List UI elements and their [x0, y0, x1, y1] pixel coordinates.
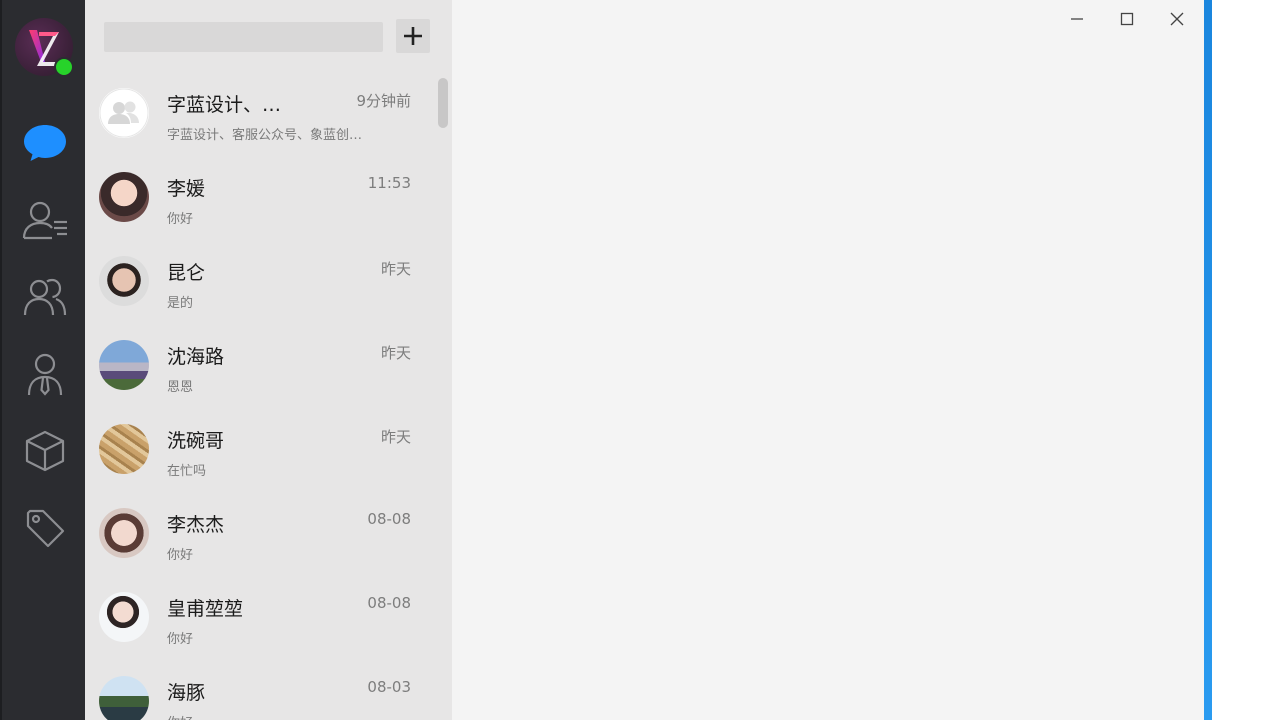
conversation-name: 昆仑 [167, 262, 206, 284]
conversation-preview: 你好 [167, 632, 194, 647]
tag-icon[interactable] [19, 502, 71, 554]
maximize-button[interactable] [1103, 4, 1151, 34]
group-avatar-icon [99, 88, 149, 138]
close-button[interactable] [1153, 4, 1201, 34]
conversation-preview: 字蓝设计、客服公众号、象蓝创… [167, 128, 363, 143]
conversation-name: 洗碗哥 [167, 430, 225, 452]
search-input[interactable] [104, 22, 383, 52]
contact-list-icon[interactable] [19, 194, 71, 246]
app-window: 字蓝设计、… 9分钟前 字蓝设计、客服公众号、象蓝创… 李媛 11:53 你好 … [0, 0, 1204, 720]
conversation-name: 沈海路 [167, 346, 225, 368]
conversation-preview: 是的 [167, 296, 194, 311]
person-tie-icon[interactable] [19, 348, 71, 400]
conversation-preview: 你好 [167, 712, 193, 720]
user-avatar [99, 424, 149, 474]
online-status-dot [54, 57, 74, 77]
chat-area [452, 0, 1204, 720]
add-button[interactable] [396, 19, 430, 53]
conversation-time: 08-03 [367, 678, 411, 696]
user-avatar [99, 592, 149, 642]
conversation-time: 08-08 [367, 594, 411, 612]
conversation-item[interactable]: 李杰杰 08-08 你好 [85, 498, 435, 582]
conversation-item[interactable]: 昆仑 昨天 是的 [85, 246, 435, 330]
conversation-time: 11:53 [367, 174, 411, 192]
conversation-name: 字蓝设计、… [167, 94, 282, 116]
user-avatar [99, 172, 149, 222]
cube-icon[interactable] [19, 425, 71, 477]
conversation-preview: 你好 [167, 548, 194, 563]
conversation-name: 李杰杰 [167, 514, 225, 536]
maximize-icon [1120, 12, 1134, 26]
conversation-time: 9分钟前 [356, 92, 411, 110]
conversation-item[interactable]: 李媛 11:53 你好 [85, 162, 435, 246]
close-icon [1170, 12, 1184, 26]
desktop-edge [1204, 0, 1212, 720]
user-avatar [99, 340, 149, 390]
minimize-icon [1071, 18, 1083, 20]
conversation-time: 08-08 [367, 510, 411, 528]
list-scrollbar[interactable] [438, 78, 448, 128]
conversation-time: 昨天 [380, 344, 411, 362]
conversation-item[interactable]: 字蓝设计、… 9分钟前 字蓝设计、客服公众号、象蓝创… [85, 78, 435, 162]
conversation-preview: 在忙吗 [167, 464, 207, 479]
conversation-item[interactable]: 皇甫堃堃 08-08 你好 [85, 582, 435, 666]
user-avatar [99, 256, 149, 306]
user-avatar [99, 676, 149, 720]
plus-icon [404, 27, 422, 45]
conversation-preview: 恩恩 [167, 380, 194, 395]
conversation-name: 海豚 [167, 682, 206, 704]
user-avatar [99, 508, 149, 558]
conversation-item[interactable]: 海豚 08-03 你好 [85, 666, 435, 720]
conversation-preview: 你好 [167, 212, 194, 227]
group-icon[interactable] [19, 271, 71, 323]
minimize-button[interactable] [1053, 4, 1101, 34]
conversation-item[interactable]: 沈海路 昨天 恩恩 [85, 330, 435, 414]
conversation-name: 李媛 [167, 178, 206, 200]
conversation-time: 昨天 [380, 428, 411, 446]
conversation-time: 昨天 [380, 260, 411, 278]
nav-rail [0, 0, 85, 720]
conversation-name: 皇甫堃堃 [167, 598, 244, 620]
conversation-panel: 字蓝设计、… 9分钟前 字蓝设计、客服公众号、象蓝创… 李媛 11:53 你好 … [85, 0, 452, 720]
chat-bubble-icon[interactable] [19, 117, 71, 169]
desktop-background [1204, 0, 1280, 720]
conversation-item[interactable]: 洗碗哥 昨天 在忙吗 [85, 414, 435, 498]
